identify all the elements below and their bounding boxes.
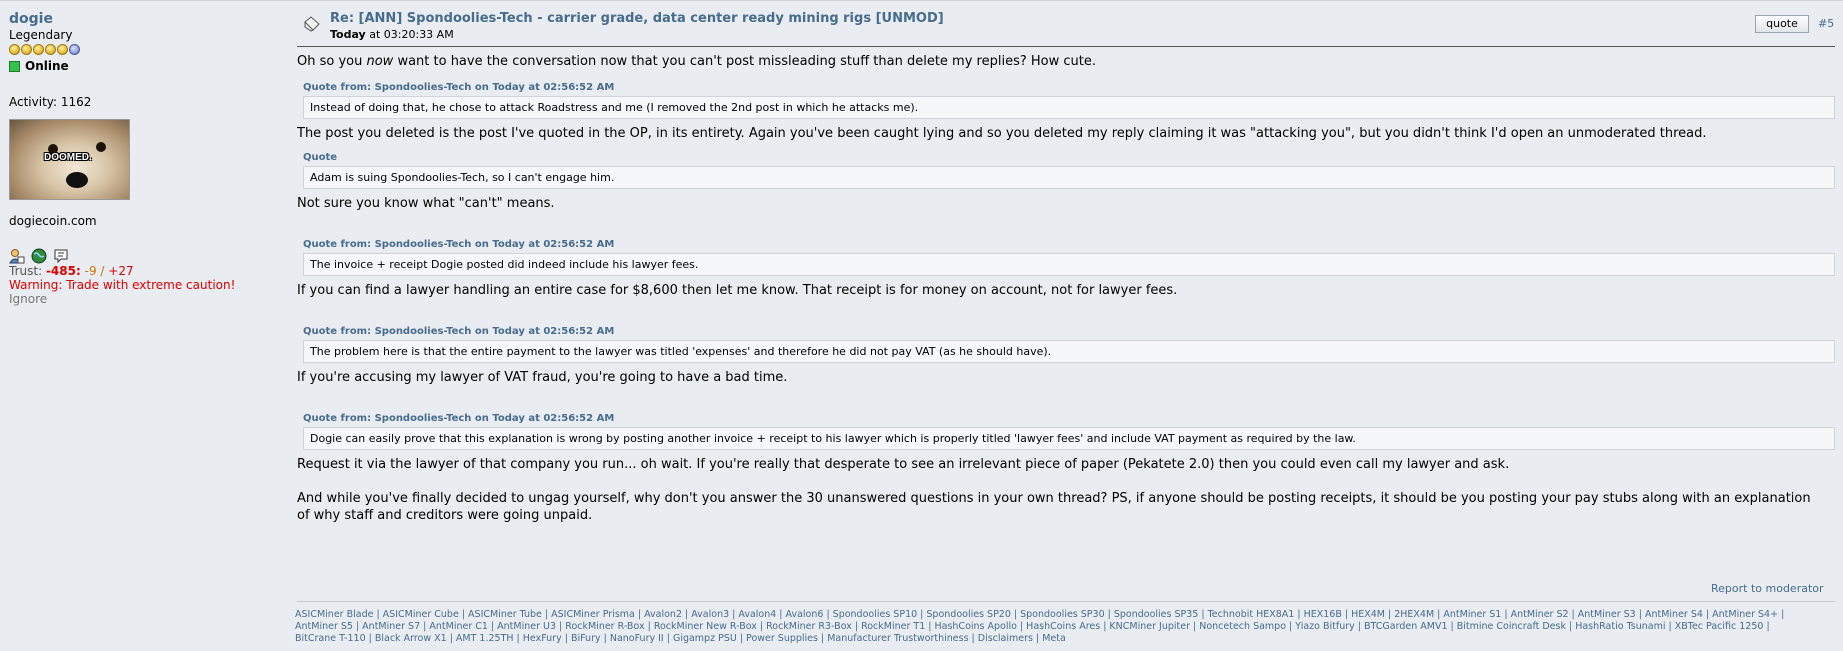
ignore-link[interactable]: Ignore	[9, 292, 289, 306]
post-body: Oh so you now want to have the conversat…	[297, 53, 1835, 524]
quote-header-link[interactable]: Quote from: Spondoolies-Tech on Today at…	[303, 410, 1835, 427]
paragraph: Request it via the lawyer of that compan…	[297, 457, 1510, 472]
quote-box: Adam is suing Spondoolies-Tech, so I can…	[303, 166, 1835, 189]
avatar-eye	[96, 142, 106, 152]
rank-coin-icon	[45, 44, 56, 55]
user-rank: Legendary	[9, 28, 73, 42]
trust-score: Trust: -485: -9 / +27	[9, 264, 134, 278]
report-to-moderator-link[interactable]: Report to moderator	[1711, 582, 1824, 595]
trust-separator: /	[100, 264, 105, 278]
online-icon	[9, 60, 20, 72]
post-header: Re: [ANN] Spondoolies-Tech - carrier gra…	[297, 10, 1835, 47]
signature: ASICMiner Blade | ASICMiner Cube | ASICM…	[295, 609, 1835, 645]
trust-warning: Warning: Trade with extreme caution!	[9, 278, 236, 292]
website-globe-icon[interactable]	[31, 248, 47, 264]
post-date: Today at 03:20:33 AM	[330, 28, 454, 41]
user-icons	[9, 248, 289, 264]
text: Oh so you	[297, 54, 367, 69]
paragraph: Oh so you now want to have the conversat…	[297, 53, 1835, 70]
avatar: DOOMED.	[9, 119, 130, 200]
signature-line[interactable]: BitCrane T-110 | Black Arrow X1 | AMT 1.…	[295, 633, 1835, 645]
activity-count: Activity: 1162	[9, 95, 92, 109]
message-icon[interactable]	[53, 248, 69, 264]
trust-label: Trust:	[9, 264, 43, 278]
quote-header-link[interactable]: Quote from: Spondoolies-Tech on Today at…	[303, 323, 1835, 340]
trust-negative-recent: -9	[84, 264, 97, 278]
text: want to have the conversation now that y…	[393, 54, 1096, 69]
post-title-link[interactable]: Re: [ANN] Spondoolies-Tech - carrier gra…	[330, 11, 944, 26]
paragraph: If you're accusing my lawyer of VAT frau…	[297, 370, 788, 385]
rank-coin-icon	[33, 44, 44, 55]
post-topic-icon	[303, 15, 321, 33]
trust-positive: +27	[108, 264, 134, 278]
avatar-nose	[66, 172, 88, 188]
rank-coin-icon	[21, 44, 32, 55]
quote-box: The problem here is that the entire paym…	[303, 340, 1835, 363]
paragraph: If you can find a lawyer handling an ent…	[297, 283, 1178, 298]
rank-coin-icon	[57, 44, 68, 55]
signature-divider	[297, 601, 1835, 602]
quote-header-link[interactable]: Quote from: Spondoolies-Tech on Today at…	[303, 236, 1835, 253]
quote-header: Quote	[303, 152, 338, 163]
quote-button[interactable]: quote	[1755, 15, 1809, 33]
quote-box: Dogie can easily prove that this explana…	[303, 427, 1835, 450]
rank-coin-icon	[69, 44, 80, 55]
signature-line[interactable]: ASICMiner Blade | ASICMiner Cube | ASICM…	[295, 609, 1835, 621]
forum-post: dogie Legendary Online Activity: 1162 DO…	[0, 0, 1843, 651]
username-link[interactable]: dogie	[9, 11, 289, 27]
post-number-link[interactable]: #5	[1818, 17, 1834, 30]
rank-coins	[9, 44, 289, 55]
trust-negative: -485	[45, 264, 76, 278]
user-website: dogiecoin.com	[9, 214, 97, 228]
poster-info: dogie Legendary Online Activity: 1162 DO…	[9, 11, 289, 306]
quote-box: Instead of doing that, he chose to attac…	[303, 96, 1835, 119]
avatar-caption: DOOMED.	[44, 152, 92, 163]
paragraph: The post you deleted is the post I've qu…	[297, 126, 1707, 141]
paragraph: And while you've finally decided to unga…	[297, 491, 1811, 523]
online-status: Online	[9, 59, 289, 73]
online-label: Online	[25, 59, 69, 73]
profile-icon[interactable]	[9, 248, 25, 264]
emphasis: now	[366, 54, 394, 69]
post-date-day: Today	[330, 28, 366, 41]
quote-box: The invoice + receipt Dogie posted did i…	[303, 253, 1835, 276]
paragraph: Not sure you know what "can't" means.	[297, 196, 555, 211]
post-date-time: at 03:20:33 AM	[365, 28, 454, 41]
signature-line[interactable]: AntMiner S5 | AntMiner S7 | AntMiner C1 …	[295, 621, 1835, 633]
rank-coin-icon	[9, 44, 20, 55]
quote-header-link[interactable]: Quote from: Spondoolies-Tech on Today at…	[303, 79, 1835, 96]
